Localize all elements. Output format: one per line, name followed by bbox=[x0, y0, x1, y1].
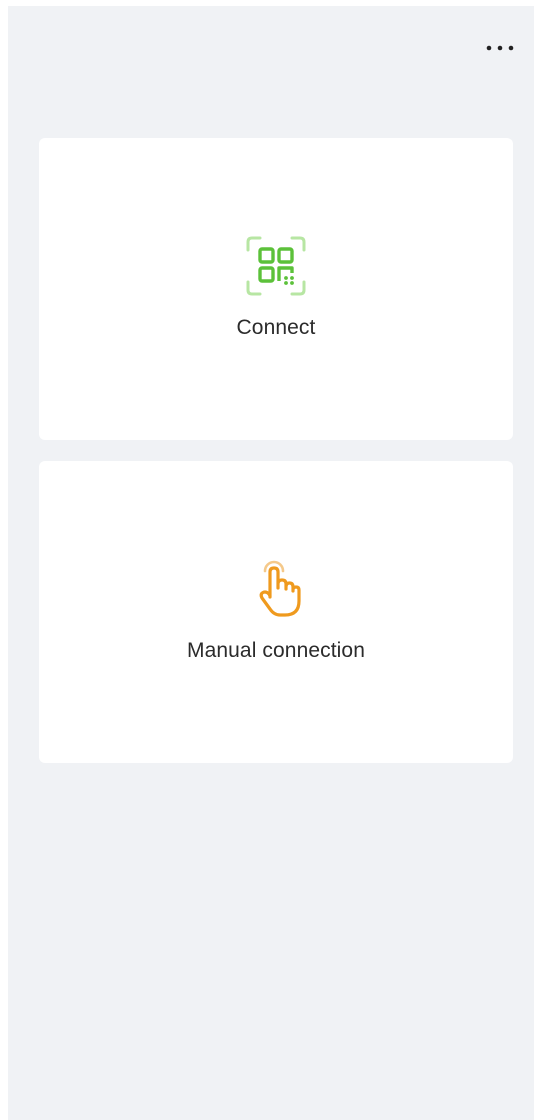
more-options-button[interactable] bbox=[482, 36, 518, 60]
app-screen: Connect Manual connection bbox=[8, 6, 534, 1120]
qr-scan-icon bbox=[246, 236, 306, 296]
connect-card[interactable]: Connect bbox=[39, 138, 513, 440]
more-horizontal-icon bbox=[486, 45, 514, 51]
hand-tap-icon bbox=[259, 560, 301, 617]
manual-connection-card[interactable]: Manual connection bbox=[39, 461, 513, 763]
manual-connection-label: Manual connection bbox=[187, 639, 365, 662]
connect-label: Connect bbox=[236, 316, 316, 339]
